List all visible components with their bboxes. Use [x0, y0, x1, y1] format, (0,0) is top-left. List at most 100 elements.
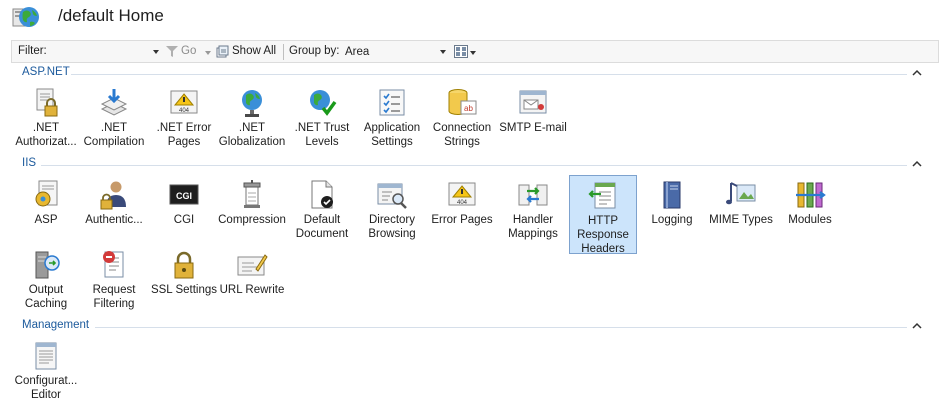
item-label: .NET: [100, 122, 128, 134]
feature-smtp-email[interactable]: SMTP E-mail: [499, 83, 567, 155]
view-mode-dropdown-icon[interactable]: [470, 51, 476, 55]
group-title-iis: IIS: [22, 157, 37, 169]
item-label: Application: [363, 122, 421, 134]
item-label: Editor: [30, 389, 62, 401]
item-label: URL Rewrite: [219, 284, 285, 296]
feature-logging[interactable]: Logging: [638, 175, 706, 247]
database-string-icon: ab: [448, 89, 477, 115]
cgi-terminal-icon: CGI: [169, 184, 199, 205]
item-label: Compression: [218, 214, 286, 226]
feature-net-compilation[interactable]: .NET Compilation: [80, 83, 148, 155]
feature-connection-strings[interactable]: ab Connection Strings: [428, 83, 496, 155]
item-label: .NET: [238, 122, 266, 134]
item-label: Output: [28, 284, 64, 296]
trust-globe-check-icon: [310, 90, 337, 116]
default-document-icon: [311, 180, 333, 209]
item-label: Browsing: [368, 228, 416, 240]
item-label: Default: [303, 214, 341, 226]
item-label: Configurat...: [14, 375, 78, 387]
feature-compression[interactable]: Compression: [218, 175, 286, 247]
item-label: Authorizat...: [15, 136, 77, 148]
feature-application-settings[interactable]: Application Settings: [358, 83, 426, 155]
iis-site-globe-icon: [12, 7, 39, 27]
toolbar-divider: [283, 44, 284, 60]
feature-authentication[interactable]: Authentic...: [80, 175, 148, 247]
settings-list-icon: [379, 89, 405, 116]
go-dropdown-icon[interactable]: [205, 51, 211, 55]
feature-request-filtering[interactable]: Request Filtering: [80, 245, 148, 317]
filter-label: Filter:: [18, 45, 47, 57]
collapse-chevron-icon[interactable]: [911, 158, 923, 170]
output-cache-server-icon: [35, 251, 60, 279]
feature-mime-types[interactable]: MIME Types: [707, 175, 775, 247]
globe-stand-icon: [242, 90, 262, 117]
item-label: Authentic...: [85, 214, 143, 226]
item-label: MIME Types: [709, 214, 773, 226]
feature-configuration-editor[interactable]: Configurat... Editor: [12, 336, 80, 406]
view-mode-icon[interactable]: [454, 45, 468, 58]
group-divider: [95, 327, 907, 328]
page-header: /default Home: [0, 0, 939, 38]
url-rewrite-icon: [237, 254, 268, 276]
item-label: Request: [92, 284, 136, 296]
item-label: Document: [295, 228, 349, 240]
mime-media-icon: [726, 182, 756, 205]
item-label: Headers: [581, 243, 625, 255]
svg-text:404: 404: [457, 200, 468, 206]
authorization-lock-icon: [36, 88, 58, 117]
item-label: Directory: [368, 214, 415, 226]
request-filter-icon: [103, 251, 124, 278]
item-label: Connection: [432, 122, 492, 134]
feature-output-caching[interactable]: Output Caching: [12, 245, 80, 317]
group-title-management: Management: [22, 319, 90, 331]
feature-default-document[interactable]: Default Document: [288, 175, 356, 247]
collapse-chevron-icon[interactable]: [911, 320, 923, 332]
feature-url-rewrite[interactable]: URL Rewrite: [218, 245, 286, 317]
feature-handler-mappings[interactable]: Handler Mappings: [499, 175, 567, 247]
group-title-aspnet: ASP.NET: [22, 66, 70, 78]
item-label: SSL Settings: [150, 284, 218, 296]
svg-text:404: 404: [179, 108, 190, 114]
handler-arrows-icon: [518, 184, 548, 206]
item-label: Caching: [24, 298, 68, 310]
filter-input[interactable]: [60, 42, 172, 61]
ssl-padlock-icon: [174, 251, 194, 279]
item-label: Mappings: [508, 228, 558, 240]
feature-net-error-pages[interactable]: 404 .NET Error Pages: [150, 83, 218, 155]
smtp-mail-icon: [519, 90, 547, 114]
asp-gear-page-icon: [35, 180, 58, 207]
group-header-iis[interactable]: IIS: [11, 157, 929, 173]
feature-net-trust-levels[interactable]: .NET Trust Levels: [288, 83, 356, 155]
funnel-icon: [166, 46, 178, 57]
collapse-chevron-icon[interactable]: [911, 67, 923, 79]
item-label: Pages: [167, 136, 201, 148]
group-by-select[interactable]: Area: [342, 42, 448, 61]
directory-browse-icon: [377, 183, 407, 209]
feature-net-globalization[interactable]: .NET Globalization: [218, 83, 286, 155]
svg-text:ab: ab: [464, 104, 473, 113]
go-button[interactable]: Go: [181, 45, 196, 57]
group-header-aspnet[interactable]: ASP.NET: [11, 66, 929, 82]
item-label: Settings: [371, 136, 413, 148]
configuration-editor-icon: [35, 342, 57, 370]
http-headers-icon: [588, 182, 616, 209]
feature-ssl-settings[interactable]: SSL Settings: [150, 245, 218, 317]
item-label: Handler: [512, 214, 554, 226]
group-by-label: Group by:: [289, 45, 340, 57]
feature-cgi[interactable]: CGI CGI: [150, 175, 218, 247]
feature-directory-browsing[interactable]: Directory Browsing: [358, 175, 426, 247]
feature-asp[interactable]: ASP: [12, 175, 80, 247]
item-label: .NET Error: [156, 122, 212, 134]
item-label: Logging: [651, 214, 693, 226]
group-header-management[interactable]: Management: [11, 319, 929, 335]
user-lock-icon: [100, 181, 126, 210]
compression-clamp-icon: [243, 180, 261, 208]
feature-net-authorization[interactable]: .NET Authorizat...: [12, 83, 80, 155]
feature-modules[interactable]: Modules: [776, 175, 844, 247]
item-label: Compilation: [83, 136, 145, 148]
show-all-button[interactable]: Show All: [232, 45, 276, 57]
feature-error-pages[interactable]: 404 Error Pages: [428, 175, 496, 247]
item-label: SMTP E-mail: [499, 122, 567, 134]
group-by-value: Area: [345, 46, 370, 58]
feature-http-response-headers[interactable]: HTTP Response Headers: [569, 175, 637, 255]
